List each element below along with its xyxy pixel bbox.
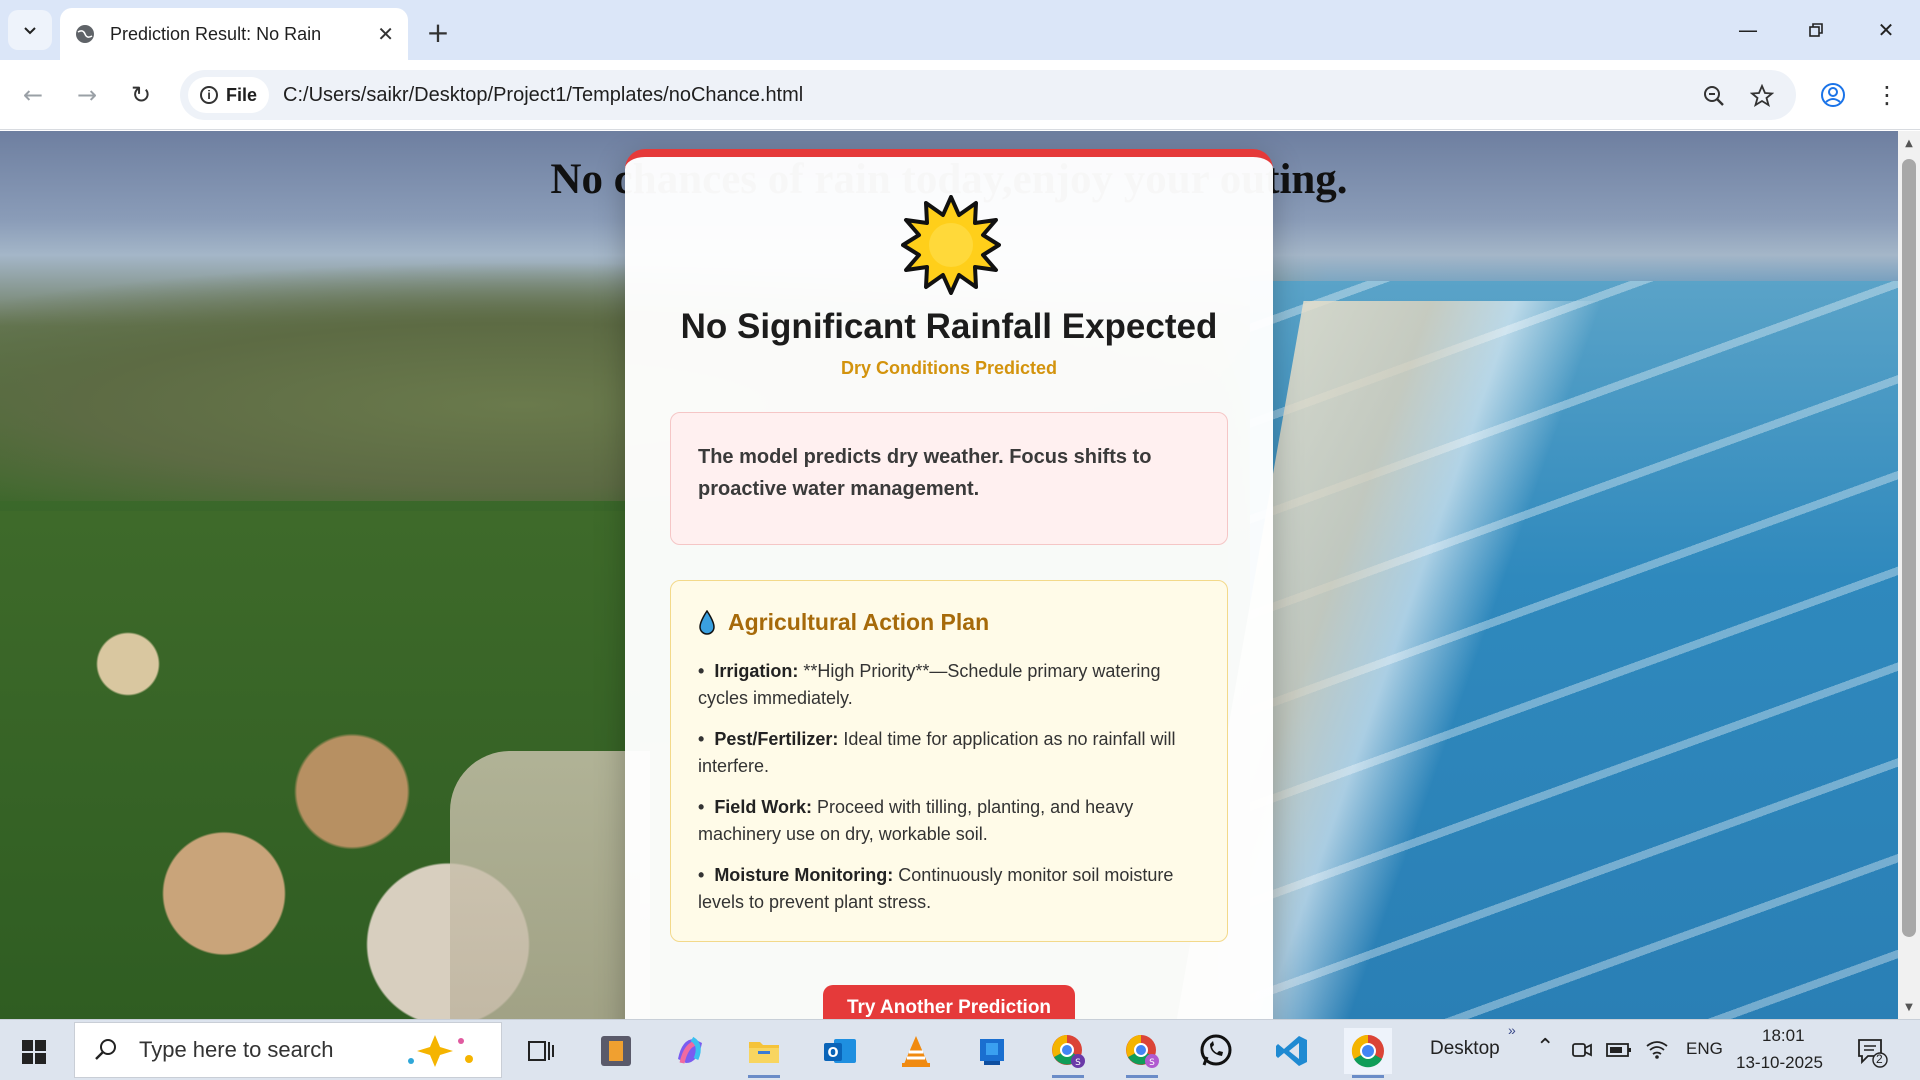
folder-icon bbox=[749, 1042, 779, 1063]
chrome-icon bbox=[1351, 1034, 1384, 1068]
result-subtitle: Dry Conditions Predicted bbox=[840, 358, 1058, 378]
back-button[interactable]: ← bbox=[12, 74, 54, 116]
taskbar-app-widgets[interactable] bbox=[592, 1028, 640, 1074]
scroll-up-arrow-icon[interactable]: ▲ bbox=[1898, 133, 1920, 153]
profile-icon bbox=[1821, 83, 1845, 107]
address-bar[interactable]: i File C:/Users/saikr/Desktop/Project1/T… bbox=[180, 70, 1796, 120]
more-vert-icon: ⋮ bbox=[1875, 81, 1899, 109]
toolbar-expand-icon[interactable]: » bbox=[1508, 1022, 1516, 1038]
background-beach bbox=[450, 751, 650, 1019]
scroll-down-arrow-icon[interactable]: ▼ bbox=[1898, 997, 1920, 1017]
new-tab-button[interactable]: + bbox=[420, 14, 456, 50]
minimize-button[interactable]: — bbox=[1720, 10, 1776, 50]
arrow-left-icon: ← bbox=[22, 81, 44, 109]
windows-start-button[interactable] bbox=[14, 1034, 54, 1070]
forward-button[interactable]: → bbox=[66, 74, 108, 116]
result-title: No Significant Rainfall Expected bbox=[680, 307, 1218, 346]
restore-button[interactable] bbox=[1788, 10, 1844, 50]
tab-close-icon[interactable]: ✕ bbox=[377, 22, 394, 46]
chrome-icon: S bbox=[1052, 1035, 1085, 1068]
list-item: • Irrigation: **High Priority**—Schedule … bbox=[698, 661, 1161, 708]
meet-now-icon[interactable] bbox=[1570, 1038, 1594, 1062]
store-icon bbox=[980, 1039, 1004, 1065]
taskbar-app-vlc[interactable] bbox=[892, 1028, 940, 1074]
chevron-up-icon[interactable]: ⌃ bbox=[1536, 1034, 1554, 1060]
search-placeholder: Type here to search bbox=[139, 1037, 334, 1062]
close-window-button[interactable]: ✕ bbox=[1858, 10, 1914, 50]
site-chip-label: File bbox=[226, 84, 258, 105]
prediction-message: The model predicts dry weather. Focus sh… bbox=[698, 446, 1152, 500]
site-info-chip[interactable]: i File bbox=[188, 77, 270, 113]
info-icon: i bbox=[200, 86, 218, 104]
restore-icon bbox=[1809, 23, 1823, 37]
reload-button[interactable]: ↻ bbox=[120, 74, 162, 116]
action-plan-title: Agricultural Action Plan bbox=[728, 609, 990, 635]
taskbar-search-box[interactable]: Type here to search bbox=[74, 1022, 502, 1078]
svg-text:O: O bbox=[827, 1046, 838, 1061]
taskbar-app-chrome-profile-2[interactable]: S bbox=[1118, 1028, 1166, 1078]
taskbar-app-chrome-profile-1[interactable]: S bbox=[1044, 1028, 1092, 1078]
notifications-icon[interactable] bbox=[1856, 1036, 1888, 1068]
taskbar-app-whatsapp[interactable] bbox=[1192, 1028, 1240, 1074]
task-view-icon bbox=[528, 1041, 554, 1061]
scrollbar-thumb[interactable] bbox=[1902, 159, 1916, 937]
url-text[interactable]: C:/Users/saikr/Desktop/Project1/Template… bbox=[283, 84, 803, 107]
browser-toolbar: ← → ↻ i File C:/Users/saikr/Desktop/Proj… bbox=[0, 60, 1920, 130]
menu-button[interactable]: ⋮ bbox=[1866, 74, 1908, 116]
zoom-icon[interactable] bbox=[1700, 82, 1728, 110]
notification-count-badge: 2 bbox=[1876, 1052, 1883, 1066]
task-view-button[interactable] bbox=[516, 1028, 564, 1074]
taskbar-app-copilot[interactable] bbox=[666, 1028, 714, 1074]
arrow-right-icon: → bbox=[76, 81, 98, 109]
result-card: No Significant Rainfall Expected Dry Con… bbox=[625, 149, 1273, 1019]
bookmark-star-icon[interactable] bbox=[1748, 82, 1776, 110]
sun-icon bbox=[901, 195, 1001, 295]
copilot-sparkle-icon bbox=[408, 1035, 473, 1067]
copilot-app-icon bbox=[678, 1036, 702, 1064]
browser-tab[interactable]: Prediction Result: No Rain ✕ bbox=[60, 8, 408, 60]
action-plan-list: • Irrigation: **High Priority**—Schedule … bbox=[698, 658, 1200, 916]
tab-title: Prediction Result: No Rain bbox=[110, 23, 322, 44]
browser-title-bar: Prediction Result: No Rain ✕ + — ✕ bbox=[0, 0, 1920, 60]
svg-text:S: S bbox=[1075, 1058, 1081, 1068]
taskbar-app-vscode[interactable] bbox=[1268, 1028, 1316, 1074]
vlc-cone-icon bbox=[902, 1036, 930, 1067]
action-plan-box: Agricultural Action Plan • Irrigation: **… bbox=[670, 580, 1228, 942]
action-plan-heading: Agricultural Action Plan bbox=[698, 609, 1200, 636]
language-indicator[interactable]: ENG bbox=[1686, 1039, 1723, 1059]
reload-icon: ↻ bbox=[130, 81, 152, 109]
search-icon bbox=[95, 1039, 116, 1060]
clock-time[interactable]: 18:01 bbox=[1762, 1026, 1805, 1046]
taskbar-app-file-explorer[interactable] bbox=[740, 1028, 788, 1078]
vscode-icon bbox=[1276, 1036, 1307, 1066]
widgets-app-icon bbox=[601, 1036, 631, 1066]
try-another-prediction-button[interactable]: Try Another Prediction bbox=[823, 985, 1075, 1019]
prediction-message-box: The model predicts dry weather. Focus sh… bbox=[670, 412, 1228, 545]
chevron-down-icon bbox=[24, 27, 36, 35]
globe-icon bbox=[76, 25, 94, 43]
chrome-icon: S bbox=[1126, 1035, 1159, 1068]
taskbar-app-outlook[interactable]: O bbox=[816, 1028, 864, 1074]
profile-button[interactable] bbox=[1812, 74, 1854, 116]
battery-icon[interactable] bbox=[1606, 1040, 1632, 1060]
taskbar-app-store[interactable] bbox=[968, 1028, 1016, 1074]
outlook-icon: O bbox=[824, 1039, 856, 1063]
taskbar-app-chrome-active[interactable] bbox=[1344, 1028, 1392, 1078]
windows-taskbar: Type here to search O S S Desktop » ⌃ EN… bbox=[0, 1019, 1920, 1080]
droplet-icon bbox=[699, 609, 715, 635]
page-scrollbar[interactable]: ▲ ▼ bbox=[1898, 131, 1920, 1019]
list-item: • Pest/Fertilizer: Ideal time for applica… bbox=[698, 729, 1176, 776]
wifi-icon[interactable] bbox=[1644, 1036, 1670, 1062]
list-item: • Moisture Monitoring: Continuously monit… bbox=[698, 865, 1174, 912]
tab-search-button[interactable] bbox=[8, 10, 52, 50]
desktop-toolbar-label[interactable]: Desktop bbox=[1430, 1038, 1500, 1060]
clock-date[interactable]: 13-10-2025 bbox=[1736, 1053, 1823, 1073]
svg-text:S: S bbox=[1149, 1058, 1155, 1068]
page-viewport: No chances of rain today,enjoy your outi… bbox=[0, 131, 1898, 1019]
list-item: • Field Work: Proceed with tilling, plant… bbox=[698, 797, 1134, 844]
whatsapp-icon bbox=[1200, 1034, 1232, 1066]
